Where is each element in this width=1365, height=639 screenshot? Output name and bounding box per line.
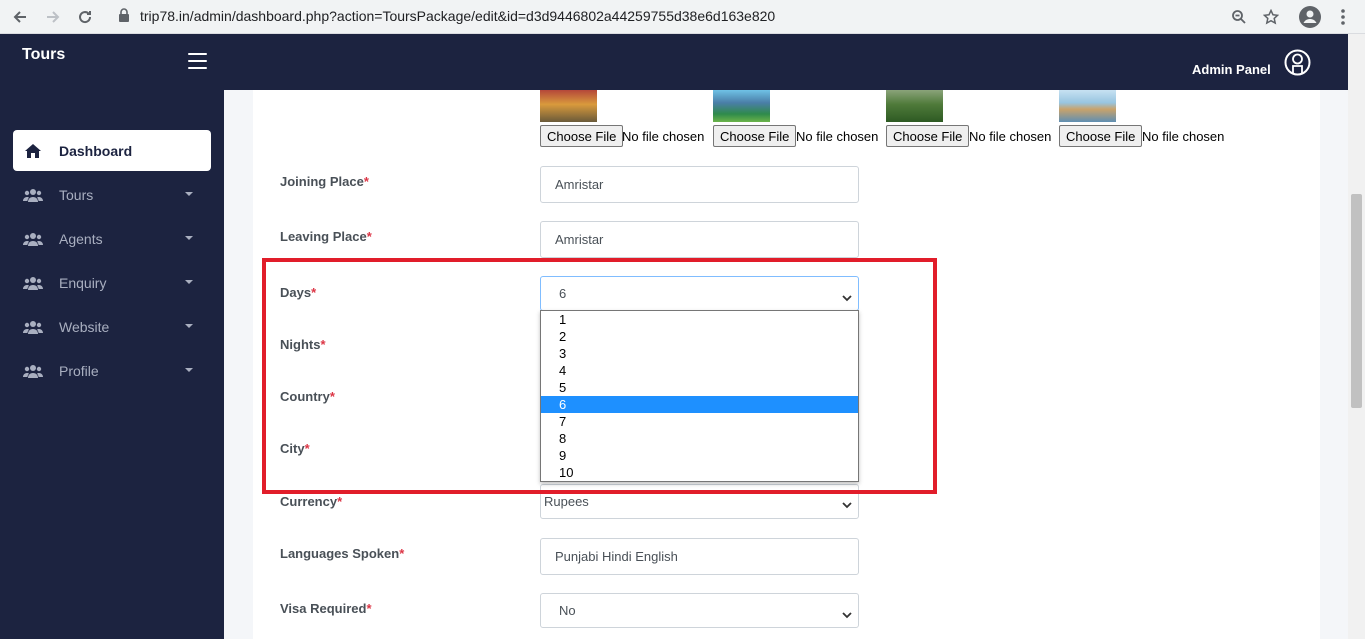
chevron-down-icon <box>842 290 852 305</box>
days-option[interactable]: 3 <box>541 345 858 362</box>
user-account-icon[interactable] <box>1284 49 1311 81</box>
chevron-down-icon <box>185 368 193 372</box>
app-header: Tours Admin Panel <box>0 34 1365 90</box>
zoom-icon[interactable] <box>1227 5 1251 29</box>
sidebar-item-label: Tours <box>59 186 94 203</box>
bookmark-star-icon[interactable] <box>1259 5 1283 29</box>
days-option[interactable]: 4 <box>541 362 858 379</box>
leaving-place-input[interactable]: Amristar <box>540 221 859 258</box>
sidebar-item-dashboard[interactable]: Dashboard <box>13 130 211 171</box>
chevron-down-icon <box>185 192 193 196</box>
days-option[interactable]: 1 <box>541 311 858 328</box>
languages-spoken-input[interactable]: Punjabi Hindi English <box>540 538 859 575</box>
days-option[interactable]: 7 <box>541 413 858 430</box>
sidebar-item-profile[interactable]: Profile <box>13 350 211 391</box>
page-scrollbar[interactable] <box>1348 34 1365 639</box>
tour-image-thumbnail <box>1059 90 1116 122</box>
home-icon <box>21 143 45 159</box>
sidebar-item-website[interactable]: Website <box>13 306 211 347</box>
users-icon <box>21 232 45 246</box>
file-status-text: No file chosen <box>969 129 1052 144</box>
file-status-text: No file chosen <box>622 129 705 144</box>
nights-label: Nights* <box>280 337 326 352</box>
chevron-down-icon <box>185 280 193 284</box>
tour-image-thumbnail <box>886 90 943 122</box>
scrollbar-thumb[interactable] <box>1351 194 1362 408</box>
sidebar: Dashboard Tours Agents Enquiry Website P… <box>0 90 224 639</box>
file-status-text: No file chosen <box>1142 129 1225 144</box>
address-bar[interactable]: trip78.in/admin/dashboard.php?action=Tou… <box>110 2 1290 30</box>
days-option[interactable]: 2 <box>541 328 858 345</box>
choose-file-button[interactable]: Choose File <box>713 125 797 147</box>
brand-title: Tours <box>22 46 66 63</box>
visa-required-select[interactable]: No <box>540 593 859 628</box>
tour-image-thumbnail <box>540 90 597 122</box>
browser-toolbar: trip78.in/admin/dashboard.php?action=Tou… <box>0 0 1365 34</box>
chevron-down-icon <box>842 497 852 512</box>
city-label: City* <box>280 441 310 456</box>
joining-place-input[interactable]: Amristar <box>540 166 859 203</box>
chevron-down-icon <box>842 607 852 622</box>
sidebar-item-label: Website <box>59 318 110 335</box>
visa-required-label: Visa Required* <box>280 601 372 616</box>
chevron-down-icon <box>185 324 193 328</box>
forward-icon[interactable] <box>41 5 65 29</box>
currency-select[interactable]: Rupees <box>540 484 859 519</box>
choose-file-button[interactable]: Choose File <box>540 125 624 147</box>
chevron-down-icon <box>185 236 193 240</box>
sidebar-item-tours[interactable]: Tours <box>13 174 211 215</box>
sidebar-item-label: Dashboard <box>59 142 133 159</box>
reload-icon[interactable] <box>73 5 97 29</box>
days-dropdown-list: 1 2 3 4 5 6 7 8 9 10 <box>540 310 859 482</box>
users-icon <box>21 188 45 202</box>
file-status-text: No file chosen <box>796 129 879 144</box>
days-label: Days* <box>280 285 317 300</box>
visa-selected-value: No <box>559 603 576 618</box>
choose-file-button[interactable]: Choose File <box>886 125 970 147</box>
users-icon <box>21 364 45 378</box>
days-option[interactable]: 8 <box>541 430 858 447</box>
url-text: trip78.in/admin/dashboard.php?action=Tou… <box>140 8 776 24</box>
sidebar-item-label: Agents <box>59 230 103 247</box>
sidebar-item-agents[interactable]: Agents <box>13 218 211 259</box>
hamburger-menu-icon[interactable] <box>188 53 207 69</box>
days-option[interactable]: 10 <box>541 464 858 481</box>
languages-spoken-label: Languages Spoken* <box>280 546 405 561</box>
days-option[interactable]: 9 <box>541 447 858 464</box>
lock-icon <box>118 8 130 27</box>
back-icon[interactable] <box>8 5 32 29</box>
sidebar-item-label: Enquiry <box>59 274 107 291</box>
currency-label: Currency* <box>280 494 343 509</box>
country-label: Country* <box>280 389 335 404</box>
profile-avatar-icon[interactable] <box>1298 5 1322 29</box>
joining-place-label: Joining Place* <box>280 174 369 189</box>
browser-menu-icon[interactable] <box>1331 5 1355 29</box>
tour-image-thumbnail <box>713 90 770 122</box>
currency-selected-value: Rupees <box>544 494 589 509</box>
days-option[interactable]: 5 <box>541 379 858 396</box>
admin-panel-label[interactable]: Admin Panel <box>1192 62 1271 77</box>
leaving-place-label: Leaving Place* <box>280 229 372 244</box>
days-option-selected[interactable]: 6 <box>541 396 858 413</box>
days-selected-value: 6 <box>559 286 567 301</box>
days-select[interactable]: 6 <box>540 276 859 311</box>
sidebar-item-label: Profile <box>59 362 99 379</box>
users-icon <box>21 320 45 334</box>
choose-file-button[interactable]: Choose File <box>1059 125 1143 147</box>
sidebar-item-enquiry[interactable]: Enquiry <box>13 262 211 303</box>
users-icon <box>21 276 45 290</box>
